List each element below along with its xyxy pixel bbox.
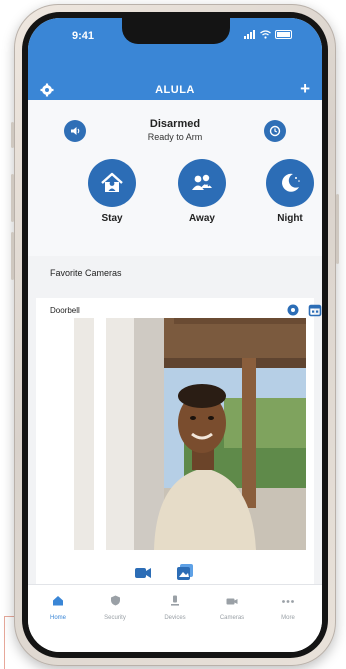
arm-away-button[interactable]: [178, 159, 226, 207]
doorbell-camera-feed[interactable]: [74, 318, 306, 550]
tab-more-label: More: [281, 615, 295, 621]
device-icon: [171, 595, 179, 606]
tab-home-label: Home: [49, 615, 66, 621]
arm-state-subtitle: Ready to Arm: [147, 132, 203, 142]
app-title: ALULA: [155, 84, 195, 96]
phone-frame: 9:41 ALULA + Disarmed Ready to Arm Stay …: [11, 4, 339, 666]
stay-label: Stay: [101, 213, 123, 224]
bottom-tab-bar: Home Security Devices Cameras More: [28, 584, 322, 652]
power-button: [336, 194, 339, 264]
signal-icon: [244, 30, 256, 39]
tab-more[interactable]: More: [260, 593, 316, 621]
app-screen: 9:41 ALULA + Disarmed Ready to Arm Stay …: [28, 18, 322, 652]
night-label: Night: [277, 213, 303, 224]
tab-cameras[interactable]: Cameras: [204, 593, 260, 621]
gallery-icon[interactable]: [176, 563, 194, 581]
moon-icon: [282, 173, 300, 192]
camera-name: Doorbell: [50, 306, 80, 315]
favorite-cameras-heading: Favorite Cameras: [50, 268, 122, 278]
camera-icon: [226, 598, 238, 605]
people-icon: [192, 174, 212, 190]
more-icon: [282, 600, 294, 603]
arm-stay-button[interactable]: [88, 159, 136, 207]
shield-icon: [110, 595, 120, 606]
wifi-icon: [260, 30, 271, 39]
notch: [122, 18, 230, 44]
tab-devices-label: Devices: [164, 615, 186, 621]
tab-home[interactable]: Home: [30, 593, 86, 621]
tab-security[interactable]: Security: [87, 593, 143, 621]
tab-devices[interactable]: Devices: [147, 593, 203, 621]
status-time: 9:41: [72, 30, 95, 42]
status-icons: [244, 30, 292, 39]
mute-switch: [11, 122, 14, 148]
arm-night-button[interactable]: [266, 159, 314, 207]
away-label: Away: [189, 213, 215, 224]
volume-up-button: [11, 174, 14, 222]
volume-down-button: [11, 232, 14, 280]
phone-bezel: 9:41 ALULA + Disarmed Ready to Arm Stay …: [22, 12, 328, 658]
home-person-icon: [101, 172, 123, 192]
camera-settings-icon[interactable]: [286, 303, 300, 317]
add-button[interactable]: +: [300, 80, 310, 97]
tab-security-label: Security: [104, 615, 126, 621]
calendar-icon[interactable]: [308, 303, 322, 317]
tab-cameras-label: Cameras: [219, 615, 245, 621]
battery-icon: [275, 30, 292, 39]
camera-feed-image: [74, 318, 306, 550]
arm-state-title: Disarmed: [149, 118, 201, 130]
video-record-icon[interactable]: [134, 566, 152, 580]
home-icon: [53, 596, 63, 606]
